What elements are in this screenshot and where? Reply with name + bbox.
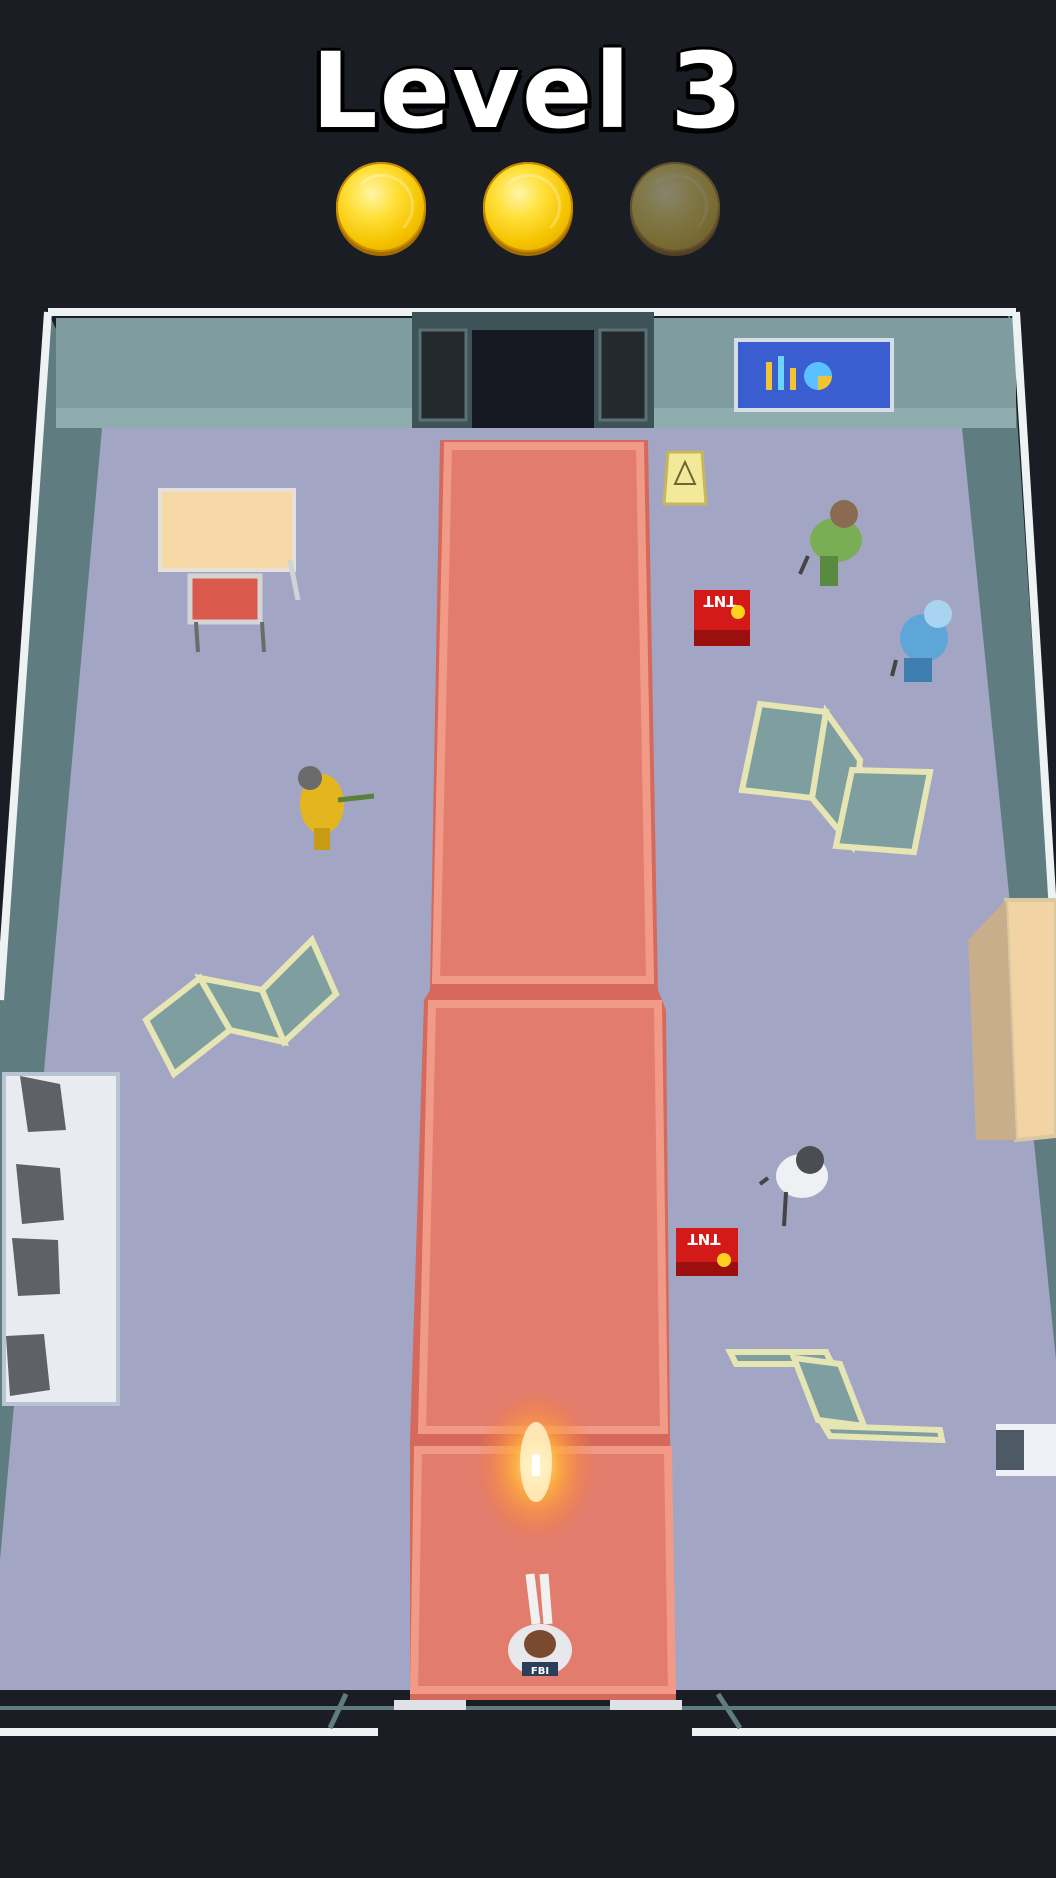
bookshelf bbox=[968, 898, 1056, 1143]
back-door bbox=[412, 312, 654, 428]
bullet-muzzle-flash bbox=[476, 1390, 596, 1542]
tnt-label: TNT bbox=[687, 1230, 721, 1248]
wall-monitor bbox=[734, 338, 894, 412]
tnt-crate: TNT bbox=[694, 590, 750, 646]
cabinet bbox=[996, 1424, 1056, 1476]
tnt-label: TNT bbox=[703, 592, 737, 610]
wet-floor-sign bbox=[662, 450, 708, 506]
player-vest-label: FBI bbox=[531, 1666, 549, 1677]
front-wall bbox=[0, 1692, 1056, 1746]
level-title: Level 3 bbox=[311, 30, 745, 152]
game-scene[interactable]: TNT TNT FBI bbox=[0, 300, 1056, 1760]
star-1-icon bbox=[336, 162, 426, 252]
star-rating bbox=[0, 162, 1056, 258]
tnt-crate: TNT bbox=[676, 1228, 738, 1276]
sofa bbox=[2, 1072, 120, 1406]
star-2-icon bbox=[483, 162, 573, 252]
star-3-icon bbox=[630, 162, 720, 252]
